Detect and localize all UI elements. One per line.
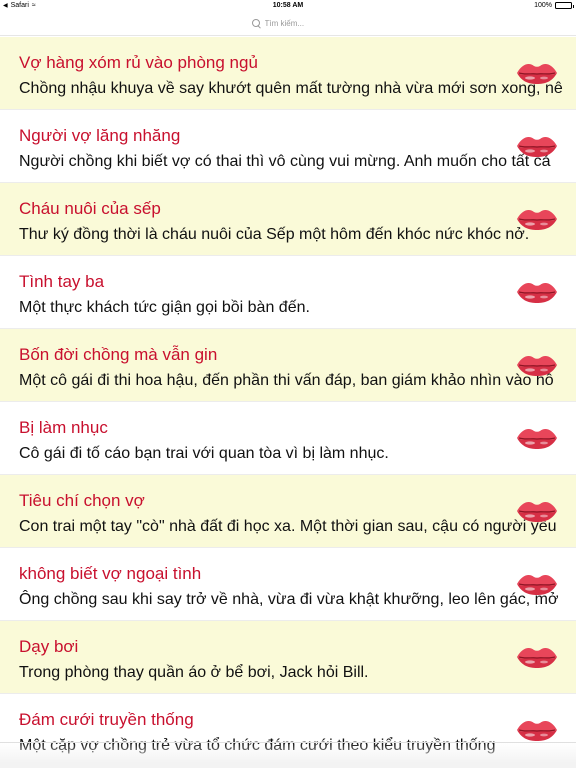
lips-icon [516,280,558,304]
item-snippet: Một cô gái đi thi hoa hậu, đến phần thi … [19,372,554,389]
item-title: Đám cưới truyền thống [19,710,194,729]
lips-icon [516,718,558,742]
item-title: Bốn đời chồng mà vẫn gin [19,345,218,364]
search-bar [0,12,576,36]
list-item[interactable]: Người vợ lăng nhăng Người chồng khi biết … [0,110,576,183]
lips-icon [516,499,558,523]
list-item[interactable]: Bốn đời chồng mà vẫn gin Một cô gái đi th… [0,329,576,402]
list-item[interactable]: Tiêu chí chọn vợ Con trai một tay "cò" nh… [0,475,576,548]
status-time: 10:58 AM [272,2,304,9]
item-title: không biết vợ ngoại tình [19,564,202,583]
lips-icon [516,207,558,231]
item-title: Người vợ lăng nhăng [19,126,181,145]
bottom-toolbar [0,742,576,768]
search-input[interactable] [264,19,325,28]
item-snippet: Thư ký đồng thời là cháu nuôi của Sếp mộ… [19,226,530,243]
list-item[interactable]: Bị làm nhục Cô gái đi tố cáo bạn trai với… [0,402,576,475]
search-field[interactable] [148,15,428,32]
item-snippet: Chồng nhậu khuya về say khướt quên mất t… [19,80,563,97]
lips-icon [516,134,558,158]
item-title: Bị làm nhục [19,418,108,437]
item-title: Cháu nuôi của sếp [19,199,161,218]
item-snippet: Một thực khách tức giận gọi bồi bàn đến. [19,299,310,316]
list-item[interactable]: Tình tay ba Một thực khách tức giận gọi b… [0,256,576,329]
status-right: 100% [534,2,574,9]
story-list: Vợ hàng xóm rủ vào phòng ngủ Chồng nhậu k… [0,37,576,768]
item-title: Tiêu chí chọn vợ [19,491,145,510]
status-bar: ◀ Safari ≈ 10:58 AM 100% [0,0,576,12]
list-item[interactable]: không biết vợ ngoại tình Ông chồng sau kh… [0,548,576,621]
list-item[interactable]: Vợ hàng xóm rủ vào phòng ngủ Chồng nhậu k… [0,37,576,110]
item-title: Dạy bơi [19,637,79,656]
item-snippet: Người chồng khi biết vợ có thai thì vô c… [19,153,551,170]
lips-icon [516,572,558,596]
item-title: Vợ hàng xóm rủ vào phòng ngủ [19,53,258,72]
item-title: Tình tay ba [19,272,105,291]
list-item[interactable]: Cháu nuôi của sếp Thư ký đồng thời là chá… [0,183,576,256]
battery-percent: 100% [534,2,552,9]
list-item[interactable]: Dạy bơi Trong phòng thay quần áo ở bể bơi… [0,621,576,694]
lips-icon [516,426,558,450]
lips-icon [516,353,558,377]
item-snippet: Ông chồng sau khi say trở về nhà, vừa đi… [19,591,559,608]
item-snippet: Con trai một tay "cò" nhà đất đi học xa.… [19,518,557,535]
lips-icon [516,61,558,85]
battery-icon [555,2,574,9]
lips-icon [516,645,558,669]
search-icon [251,19,261,28]
item-snippet: Trong phòng thay quần áo ở bể bơi, Jack … [19,664,369,681]
item-snippet: Cô gái đi tố cáo bạn trai với quan tòa v… [19,445,389,462]
